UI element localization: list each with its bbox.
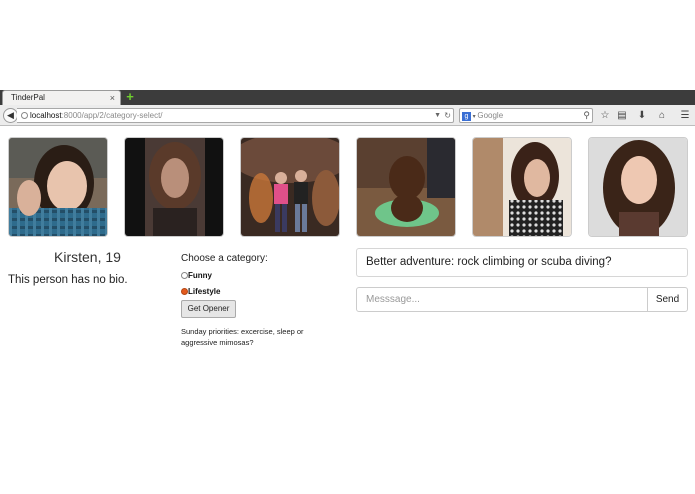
category-title: Choose a category:	[181, 253, 268, 264]
home-icon[interactable]: ⌂	[656, 109, 668, 122]
reload-icon[interactable]: ↻	[444, 109, 451, 122]
globe-icon	[21, 112, 28, 119]
category-option-lifestyle[interactable]: Lifestyle	[181, 287, 220, 297]
browser-navbar: ◀ localhost:8000/app/2/category-select/ …	[0, 105, 695, 126]
get-opener-button[interactable]: Get Opener	[181, 300, 236, 318]
search-bar[interactable]: g ▾ Google ⚲	[459, 108, 593, 123]
profile-photo	[124, 137, 224, 237]
send-button[interactable]: Send	[647, 287, 688, 312]
search-placeholder: Google	[477, 111, 504, 120]
category-option-funny[interactable]: Funny	[181, 271, 212, 281]
profile-photo	[472, 137, 572, 237]
opener-answer-box: Better adventure: rock climbing or scuba…	[356, 248, 688, 277]
search-engine-icon[interactable]: g	[462, 112, 471, 121]
url-path: :8000/app/2/category-select/	[61, 111, 163, 120]
category-option-label: Funny	[188, 271, 212, 280]
url-host: localhost	[30, 111, 62, 120]
profile-photo	[588, 137, 688, 237]
profile-bio: This person has no bio.	[8, 274, 128, 286]
clipboard-icon[interactable]: ▤	[616, 109, 628, 122]
download-icon[interactable]: ⬇	[636, 109, 648, 122]
url-dropdown-icon[interactable]: ▼	[434, 109, 441, 122]
url-bar[interactable]: localhost:8000/app/2/category-select/ ▼ …	[17, 108, 454, 123]
bookmark-star-icon[interactable]: ☆	[599, 109, 611, 122]
profile-photo	[8, 137, 108, 237]
browser-tab[interactable]: TinderPal ×	[2, 90, 121, 105]
profile-photo	[356, 137, 456, 237]
message-input[interactable]	[356, 287, 648, 312]
tab-title: TinderPal	[11, 93, 45, 102]
radio-button-selected[interactable]	[181, 288, 188, 295]
new-tab-icon[interactable]: +	[124, 90, 136, 105]
radio-button[interactable]	[181, 272, 188, 279]
search-icon[interactable]: ⚲	[583, 109, 590, 122]
tab-close-icon[interactable]: ×	[110, 91, 115, 105]
profile-photo	[240, 137, 340, 237]
category-option-label: Lifestyle	[188, 287, 221, 296]
opener-text: Sunday priorities: excercise, sleep or a…	[181, 327, 304, 347]
browser-tabstrip: TinderPal × +	[0, 90, 695, 105]
back-arrow-icon[interactable]: ◀	[3, 108, 18, 123]
menu-icon[interactable]: ☰	[679, 109, 691, 122]
profile-name-age: Kirsten, 19	[54, 249, 121, 265]
